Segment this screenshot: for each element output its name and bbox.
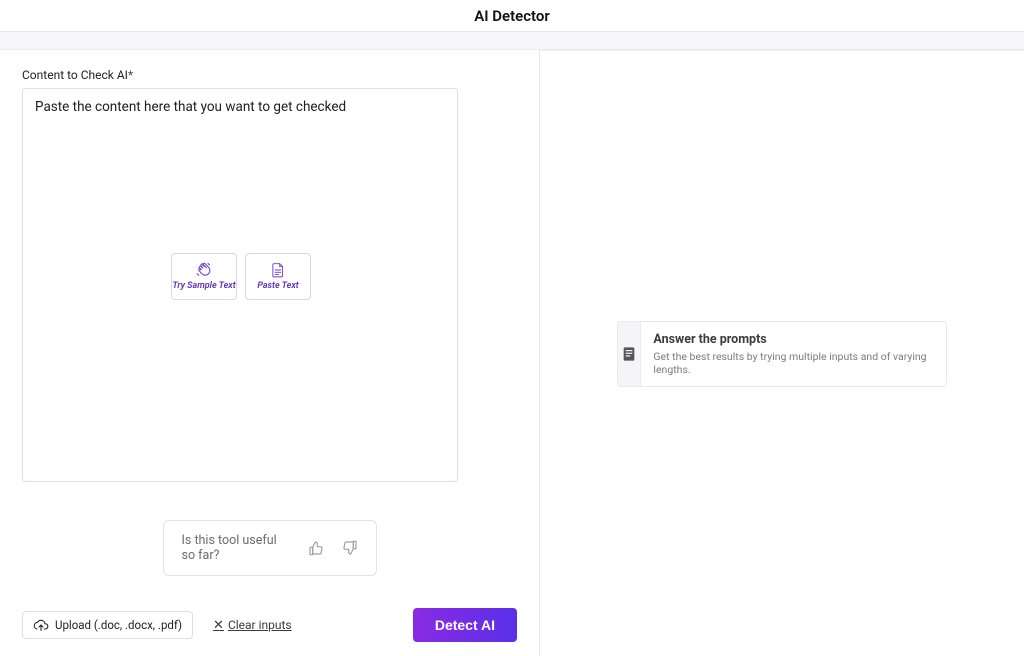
input-label: Content to Check AI*	[22, 68, 517, 82]
bottom-action-row: Upload (.doc, .docx, .pdf) ✕ Clear input…	[22, 608, 517, 642]
paste-text-button[interactable]: Paste Text	[245, 253, 311, 300]
close-icon: ✕	[213, 618, 224, 633]
main-area: Content to Check AI* Paste the content h…	[0, 50, 1024, 656]
thumbs-up-icon[interactable]	[308, 540, 324, 556]
input-label-text: Content to Check AI	[22, 68, 128, 82]
paste-text-label: Paste Text	[257, 282, 298, 292]
try-sample-button[interactable]: Try Sample Text	[171, 253, 237, 300]
right-pane: Answer the prompts Get the best results …	[540, 50, 1024, 656]
page-title: AI Detector	[474, 7, 550, 25]
info-card: Answer the prompts Get the best results …	[617, 321, 947, 387]
header-bar: AI Detector	[0, 0, 1024, 32]
info-body: Answer the prompts Get the best results …	[641, 322, 946, 386]
feedback-card: Is this tool useful so far?	[163, 520, 377, 576]
info-icon-column	[618, 322, 641, 386]
textarea-placeholder: Paste the content here that you want to …	[35, 99, 445, 115]
try-sample-label: Try Sample Text	[172, 282, 235, 292]
clear-inputs-label: Clear inputs	[228, 618, 292, 632]
cloud-upload-icon	[33, 618, 49, 632]
feedback-prompt: Is this tool useful so far?	[182, 533, 290, 563]
detect-ai-button[interactable]: Detect AI	[413, 608, 517, 642]
left-pane: Content to Check AI* Paste the content h…	[0, 50, 540, 656]
info-subtitle: Get the best results by trying multiple …	[653, 350, 934, 376]
sub-header-strip	[0, 32, 1024, 50]
upload-button-label: Upload (.doc, .docx, .pdf)	[55, 618, 182, 632]
thumbs-down-icon[interactable]	[342, 540, 358, 556]
upload-button[interactable]: Upload (.doc, .docx, .pdf)	[22, 611, 193, 639]
info-title: Answer the prompts	[653, 332, 934, 347]
list-document-icon	[622, 346, 636, 362]
document-icon	[271, 262, 285, 278]
required-mark: *	[128, 68, 133, 82]
inline-actions: Try Sample Text Paste Text	[171, 253, 311, 300]
bottom-left-group: Upload (.doc, .docx, .pdf) ✕ Clear input…	[22, 611, 292, 639]
clear-inputs-link[interactable]: ✕ Clear inputs	[213, 618, 292, 633]
content-textarea[interactable]: Paste the content here that you want to …	[22, 88, 458, 482]
hand-wave-icon	[196, 262, 212, 278]
